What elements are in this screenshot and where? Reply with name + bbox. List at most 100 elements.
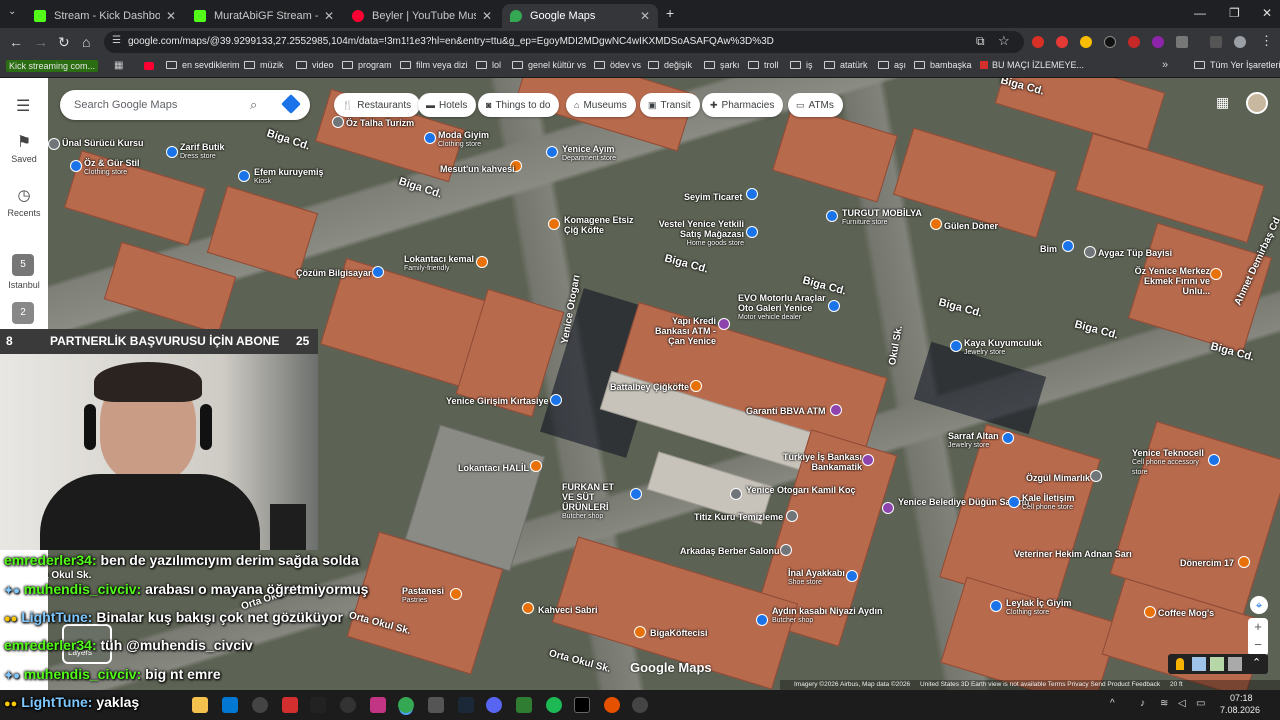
app-icon[interactable] [252, 697, 268, 713]
zoom-out-icon[interactable]: − [1248, 636, 1268, 654]
shopping-pin-icon[interactable] [424, 132, 436, 144]
food-pin-icon[interactable] [1238, 556, 1250, 568]
extension-icon[interactable] [1128, 36, 1140, 48]
bookmark-folder[interactable]: atatürk [824, 60, 868, 70]
extension-icon[interactable] [1080, 36, 1092, 48]
place-label[interactable]: FURKAN ET VE SÜT ÜRÜNLERİ Butcher shop [562, 482, 628, 522]
place-label[interactable]: Yenice Otogarı Kamil Koç [746, 485, 856, 495]
tab-youtube-music[interactable]: Beyler | YouTube Music ✕ [344, 4, 500, 28]
shopping-pin-icon[interactable] [546, 146, 558, 158]
place-label[interactable]: Özgül Mimarlık [1026, 473, 1090, 483]
bookmark-folder[interactable]: lol [476, 60, 501, 70]
place-label[interactable]: Coffee Mog's [1158, 608, 1214, 618]
extension-icon[interactable] [1152, 36, 1164, 48]
instagram-icon[interactable] [370, 697, 386, 713]
volume-icon[interactable]: ◁ [1178, 698, 1186, 709]
place-label[interactable]: Yapı Kredi Bankası ATM - Çan Yenice [636, 316, 716, 346]
food-pin-icon[interactable] [690, 380, 702, 392]
bus-station-pin-icon[interactable] [730, 488, 742, 500]
place-label[interactable]: Yenice Teknocell Cell phone accessory sto… [1132, 448, 1206, 478]
x-icon[interactable] [574, 697, 590, 713]
map-thumbnail[interactable] [1210, 657, 1224, 671]
tab-kick-watch[interactable]: MuratAbiGF Stream - Watch Live ✕ [186, 4, 342, 28]
all-bookmarks[interactable]: Tüm Yer İşaretleri [1194, 60, 1280, 70]
place-label[interactable]: BigaKöftecisi [650, 628, 708, 638]
shopping-pin-icon[interactable] [166, 146, 178, 158]
shopping-pin-icon[interactable] [238, 170, 250, 182]
app-icon[interactable] [428, 697, 444, 713]
forward-icon[interactable]: → [34, 34, 48, 50]
shopping-pin-icon[interactable] [1002, 432, 1014, 444]
shopping-pin-icon[interactable] [1208, 454, 1220, 466]
bookmark-folder[interactable]: ödev vs [594, 60, 641, 70]
reading-list-icon[interactable] [1210, 36, 1222, 48]
bookmark-kick[interactable]: Kick streaming com... [6, 60, 99, 72]
shopping-pin-icon[interactable] [630, 488, 642, 500]
shopping-pin-icon[interactable] [372, 266, 384, 278]
shopping-pin-icon[interactable] [1008, 496, 1020, 508]
atm-pin-icon[interactable] [830, 404, 842, 416]
zoom-in-icon[interactable]: + [1248, 618, 1268, 636]
url-input[interactable]: google.com/maps/@39.9299133,27.2552985,1… [104, 31, 1024, 53]
search-icon[interactable]: ⌕ [250, 97, 257, 113]
home-icon[interactable]: ⌂ [82, 34, 90, 50]
place-pin[interactable] [786, 510, 798, 522]
tab-search-icon[interactable]: ⌄ [8, 6, 16, 17]
close-icon[interactable]: ✕ [482, 9, 492, 23]
bookmark-folder[interactable]: genel kültür vs [512, 60, 586, 70]
food-pin-icon[interactable] [530, 460, 542, 472]
atm-pin-icon[interactable] [862, 454, 874, 466]
place-label[interactable]: Öz & Gür Stil Clothing store [84, 158, 140, 178]
recent-place-thumbnail[interactable]: 5 [12, 254, 34, 276]
map-type-strip[interactable]: ⌃ [1168, 654, 1268, 674]
search-input[interactable]: Search Google Maps [60, 90, 310, 120]
close-icon[interactable]: ✕ [166, 9, 176, 23]
food-pin-icon[interactable] [548, 218, 560, 230]
food-pin-icon[interactable] [634, 626, 646, 638]
clock-time[interactable]: 07:18 [1230, 693, 1253, 703]
chip-museums[interactable]: ⌂ Museums [566, 93, 636, 117]
window-close-icon[interactable]: ✕ [1262, 6, 1272, 20]
place-label[interactable]: İnal Ayakkabı Shoe store [788, 568, 845, 588]
bookmark-folder[interactable]: müzik [244, 60, 284, 70]
battery-icon[interactable]: ▭ [1196, 698, 1205, 709]
place-pin[interactable] [780, 544, 792, 556]
place-label[interactable]: Moda Giyim Clothing store [438, 130, 489, 150]
shopping-pin-icon[interactable] [70, 160, 82, 172]
place-label[interactable]: Dönercim 17 [1180, 558, 1234, 568]
place-label[interactable]: Pastanesi Pastries [402, 586, 444, 606]
bookmark-folder[interactable]: aşı [878, 60, 906, 70]
place-label[interactable]: Veteriner Hekim Adnan Sarı [1014, 549, 1132, 559]
place-label[interactable]: EVO Motorlu Araçlar Oto Galeri Yenice Mot… [738, 293, 828, 323]
place-pin[interactable] [48, 138, 60, 150]
close-icon[interactable]: ✕ [640, 9, 650, 23]
place-label[interactable]: Aygaz Tüp Bayisi [1098, 248, 1172, 258]
recent-place-thumbnail[interactable]: 2 [12, 302, 34, 324]
mail-icon[interactable] [222, 697, 238, 713]
shopping-pin-icon[interactable] [828, 300, 840, 312]
bookmark-folder[interactable]: şarkı [704, 60, 740, 70]
bookmark-folder[interactable]: video [296, 60, 334, 70]
food-pin-icon[interactable] [1144, 606, 1156, 618]
place-label[interactable]: Leylak İç Giyim Clothing store [1006, 598, 1072, 618]
extension-icon[interactable] [1104, 36, 1116, 48]
tray-expand-icon[interactable]: ^ [1110, 698, 1115, 709]
chip-atms[interactable]: ▭ ATMs [788, 93, 843, 117]
shopping-pin-icon[interactable] [846, 570, 858, 582]
minimize-icon[interactable]: — [1194, 6, 1206, 20]
map-thumbnail[interactable] [1192, 657, 1206, 671]
map-thumbnail[interactable] [1228, 657, 1242, 671]
atm-pin-icon[interactable] [718, 318, 730, 330]
shopping-pin-icon[interactable] [990, 600, 1002, 612]
food-pin-icon[interactable] [930, 218, 942, 230]
place-label[interactable]: Aydın kasabı Niyazi Aydın Butcher shop [772, 606, 883, 626]
place-label[interactable]: Öz Talha Turizm [346, 118, 414, 128]
profile-avatar[interactable] [1234, 36, 1246, 48]
account-avatar[interactable] [1246, 92, 1268, 114]
place-label[interactable]: Mesut'un kahvesi [440, 164, 515, 174]
place-label[interactable]: Türkiye İş Bankası Bankamatik [782, 452, 862, 472]
close-icon[interactable]: ✕ [324, 9, 334, 23]
microphone-icon[interactable]: ♪ [1140, 698, 1145, 709]
food-pin-icon[interactable] [1210, 268, 1222, 280]
menu-dots-icon[interactable]: ⋮ [1260, 33, 1273, 49]
